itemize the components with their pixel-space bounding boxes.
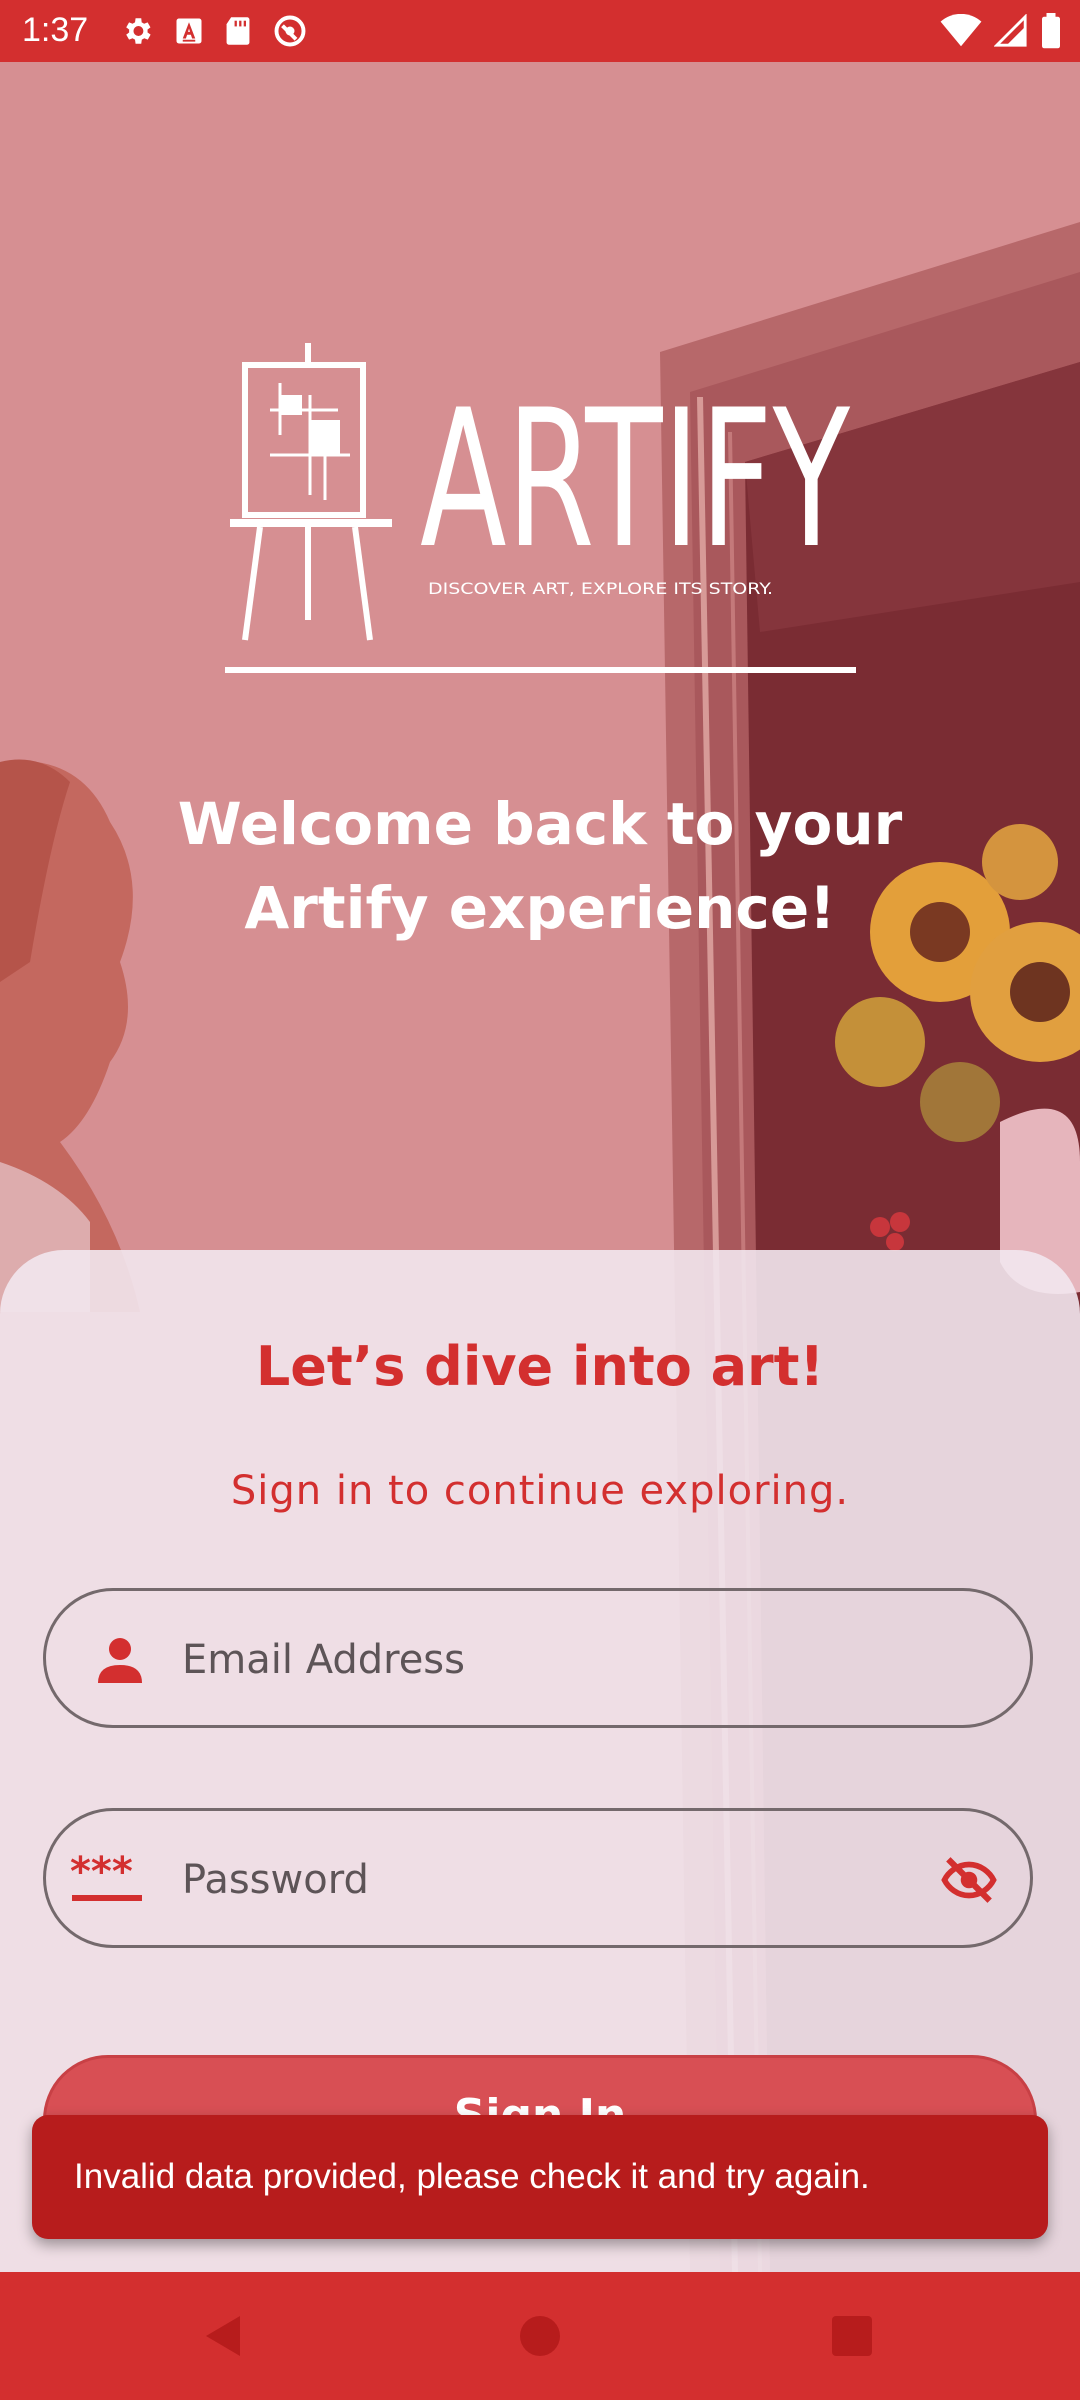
easel-icon <box>230 343 392 641</box>
wifi-icon <box>940 14 982 47</box>
home-icon[interactable] <box>516 2312 564 2360</box>
sd-card-icon <box>226 17 250 45</box>
navigation-bar <box>0 2272 1080 2400</box>
svg-text:***: *** <box>70 1855 133 1895</box>
logo-tagline: DISCOVER ART, EXPLORE ITS STORY. <box>428 579 773 598</box>
sheet-subtitle: Sign in to continue exploring. <box>230 1468 850 1514</box>
password-field[interactable]: *** <box>43 1808 1033 1948</box>
a-badge-icon <box>176 18 202 44</box>
eye-off-icon[interactable] <box>938 1849 1000 1911</box>
status-time: 1:37 <box>22 11 89 49</box>
email-field[interactable] <box>43 1588 1033 1728</box>
welcome-heading: Welcome back to your Artify experience! <box>177 790 903 942</box>
password-input[interactable] <box>180 1841 944 1919</box>
artify-logo: ARTIFY DISCOVER ART, EXPLORE ITS STORY. <box>220 335 860 680</box>
logo-wordmark: ARTIFY <box>420 369 851 590</box>
sheet-title: Let’s dive into art! <box>255 1335 825 1398</box>
battery-icon <box>1042 13 1060 49</box>
password-icon: *** <box>70 1855 142 1901</box>
do-not-disturb-icon <box>274 15 306 47</box>
gear-icon <box>126 18 151 44</box>
error-snackbar: Invalid data provided, please check it a… <box>32 2115 1048 2239</box>
status-bar: 1:37 <box>0 0 1080 62</box>
status-icons-right <box>940 12 1062 50</box>
email-input[interactable] <box>180 1621 944 1699</box>
signal-icon <box>994 14 1027 47</box>
person-icon <box>98 1638 142 1683</box>
status-icons-left <box>120 13 308 49</box>
back-icon[interactable] <box>200 2312 248 2360</box>
recents-icon[interactable] <box>828 2312 876 2360</box>
